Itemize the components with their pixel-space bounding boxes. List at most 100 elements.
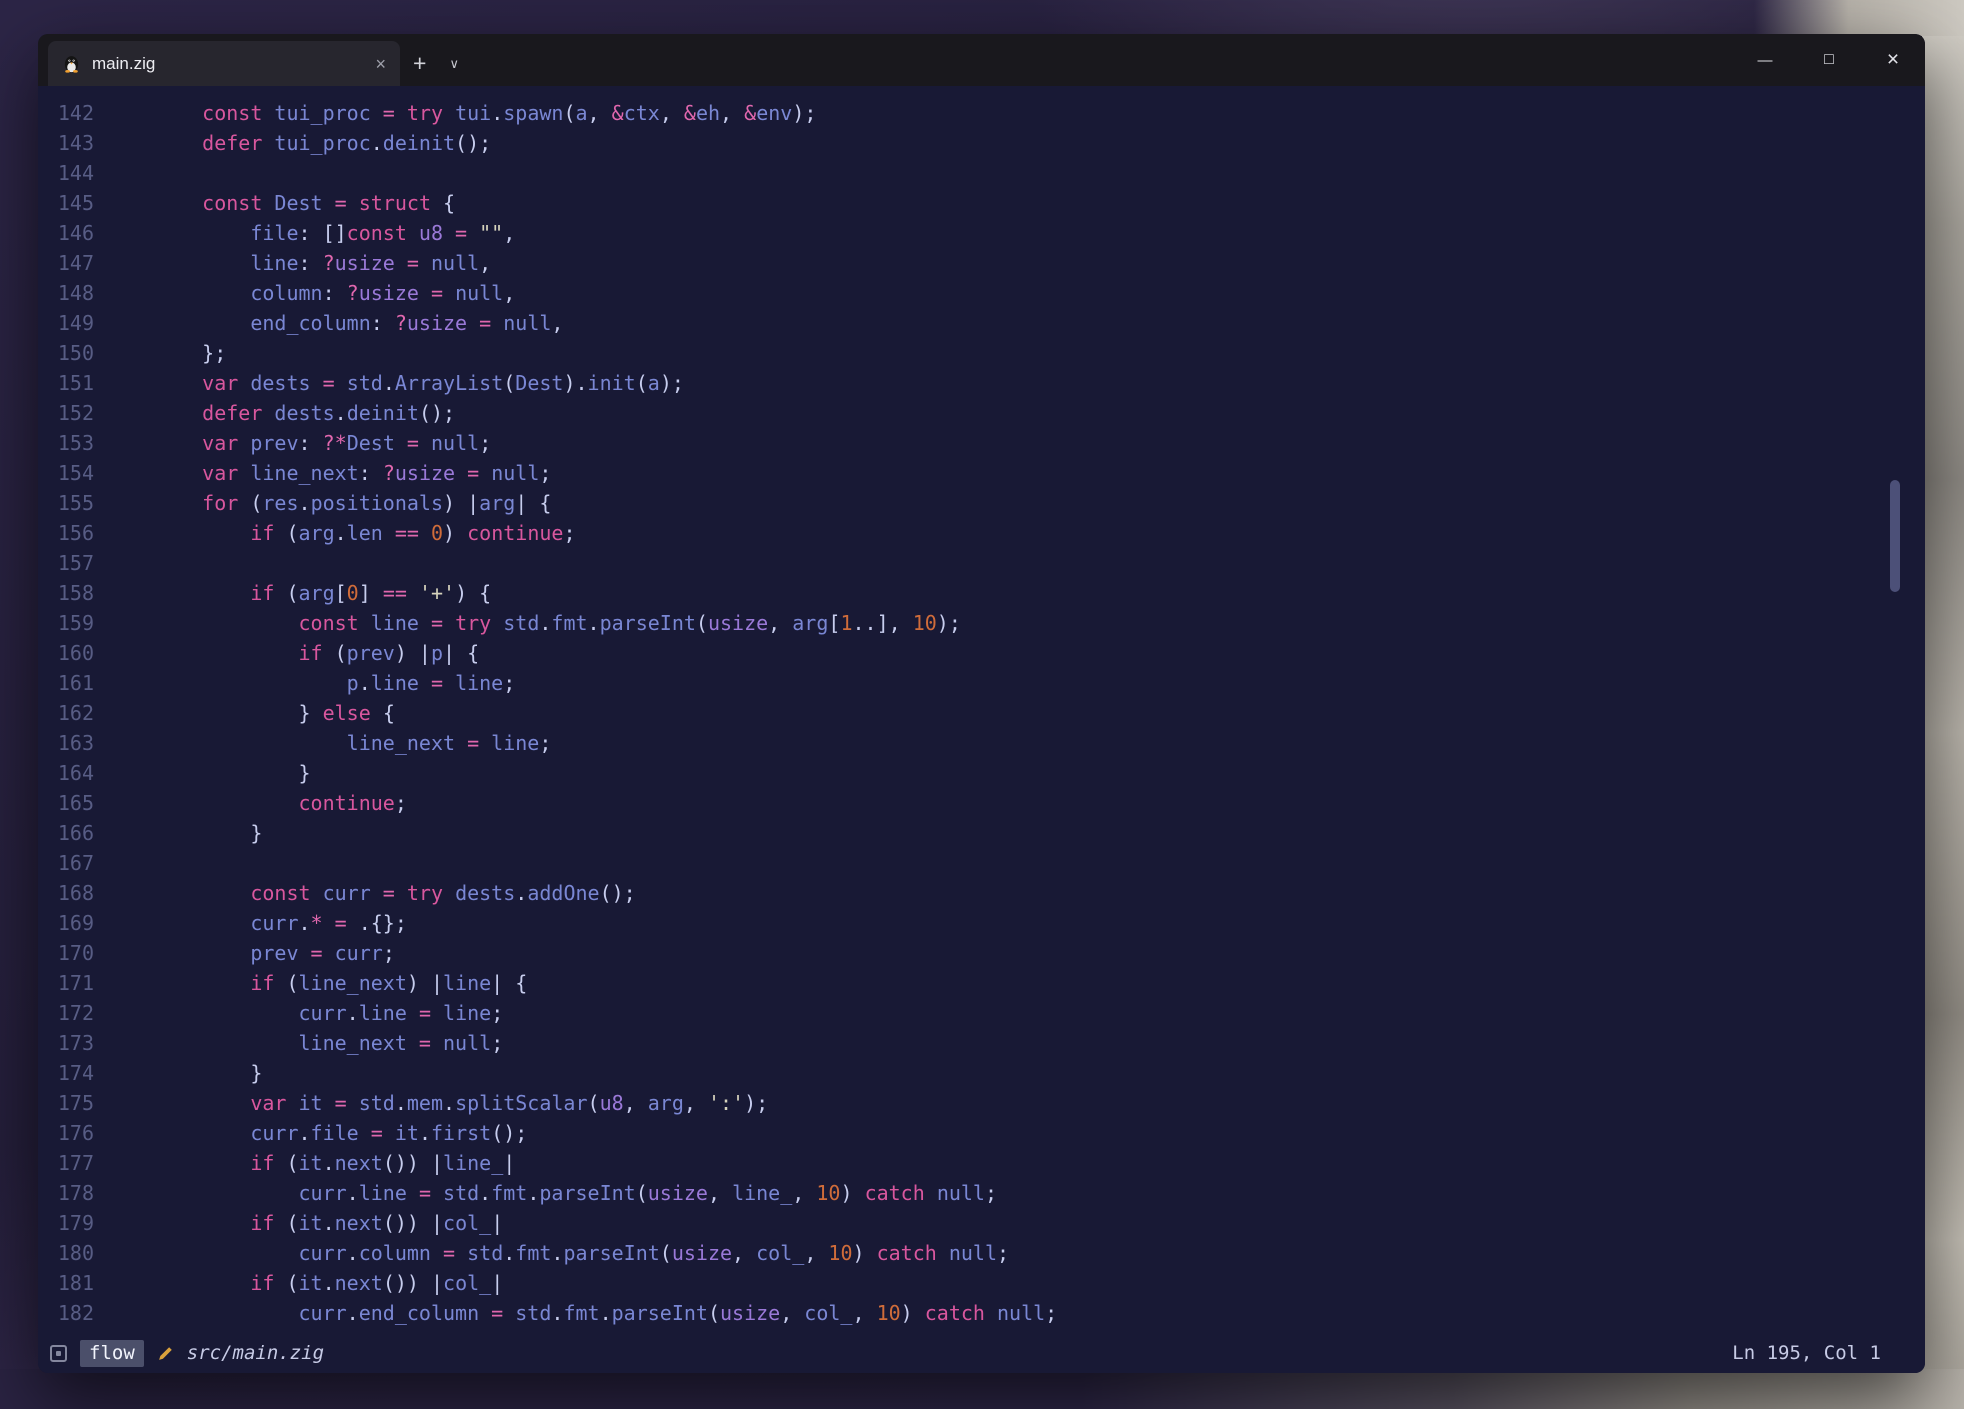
line-number: 159 [38,608,94,638]
code-text: defer dests.deinit(); [154,401,455,425]
line-number: 174 [38,1058,94,1088]
new-tab-button[interactable]: + [400,41,439,86]
code-text: const Dest = struct { [154,191,455,215]
line-number: 149 [38,308,94,338]
line-number: 158 [38,578,94,608]
status-bar: flow src/main.zig Ln 195, Col 1 [38,1333,1925,1373]
code-text: var line_next: ?usize = null; [154,461,551,485]
code-text: for (res.positionals) |arg| { [154,491,551,515]
maximize-button[interactable]: □ [1797,34,1861,86]
code-line: 161 p.line = line; [38,668,1925,698]
minimize-button[interactable]: — [1733,34,1797,86]
code-text: column: ?usize = null, [154,281,515,305]
flow-logo-icon [50,1345,67,1362]
line-number: 182 [38,1298,94,1328]
line-number: 162 [38,698,94,728]
code-line: 174 } [38,1058,1925,1088]
code-line: 169 curr.* = .{}; [38,908,1925,938]
line-number: 164 [38,758,94,788]
code-text: curr.end_column = std.fmt.parseInt(usize… [154,1301,1057,1325]
line-number: 147 [38,248,94,278]
code-line: 164 } [38,758,1925,788]
line-number: 150 [38,338,94,368]
code-line: 143 defer tui_proc.deinit(); [38,128,1925,158]
code-line: 142 const tui_proc = try tui.spawn(a, &c… [38,98,1925,128]
code-line: 156 if (arg.len == 0) continue; [38,518,1925,548]
code-text: if (arg[0] == '+') { [154,581,491,605]
terminal-window: main.zig × + ∨ — □ × 142 const tui_proc … [38,34,1925,1373]
code-line: 152 defer dests.deinit(); [38,398,1925,428]
code-line: 175 var it = std.mem.splitScalar(u8, arg… [38,1088,1925,1118]
code-text: curr.column = std.fmt.parseInt(usize, co… [154,1241,1009,1265]
line-number: 151 [38,368,94,398]
code-line: 148 column: ?usize = null, [38,278,1925,308]
wallpaper-bottom-band [0,1369,1964,1409]
code-text: curr.line = line; [154,1001,503,1025]
code-text: if (it.next()) |line_| [154,1151,515,1175]
code-line: 173 line_next = null; [38,1028,1925,1058]
code-line: 154 var line_next: ?usize = null; [38,458,1925,488]
wallpaper-top-right-patch [1754,0,1964,36]
code-line: 158 if (arg[0] == '+') { [38,578,1925,608]
line-number: 166 [38,818,94,848]
code-text: }; [154,341,226,365]
code-text: var it = std.mem.splitScalar(u8, arg, ':… [154,1091,768,1115]
code-text: var dests = std.ArrayList(Dest).init(a); [154,371,684,395]
close-button[interactable]: × [1861,34,1925,86]
file-path: src/main.zig [187,1342,324,1364]
line-number: 152 [38,398,94,428]
mode-badge: flow [80,1340,144,1367]
code-text: prev = curr; [154,941,395,965]
scrollbar-track[interactable] [1889,86,1901,1333]
code-line: 180 curr.column = std.fmt.parseInt(usize… [38,1238,1925,1268]
titlebar[interactable]: main.zig × + ∨ — □ × [38,34,1925,86]
code-line: 166 } [38,818,1925,848]
pencil-icon [157,1345,174,1362]
line-number: 170 [38,938,94,968]
code-line: 163 line_next = line; [38,728,1925,758]
code-text: if (line_next) |line| { [154,971,527,995]
line-number: 145 [38,188,94,218]
code-line: 150 }; [38,338,1925,368]
line-number: 178 [38,1178,94,1208]
line-number: 155 [38,488,94,518]
line-number: 153 [38,428,94,458]
line-number: 146 [38,218,94,248]
line-number: 172 [38,998,94,1028]
line-number: 171 [38,968,94,998]
tab-close-icon[interactable]: × [375,55,386,73]
line-number: 165 [38,788,94,818]
code-line: 181 if (it.next()) |col_| [38,1268,1925,1298]
code-editor[interactable]: 142 const tui_proc = try tui.spawn(a, &c… [38,86,1925,1333]
code-line: 178 curr.line = std.fmt.parseInt(usize, … [38,1178,1925,1208]
desktop-wallpaper: main.zig × + ∨ — □ × 142 const tui_proc … [0,0,1964,1409]
code-text: if (it.next()) |col_| [154,1271,503,1295]
code-text: if (prev) |p| { [154,641,479,665]
wallpaper-right-band [1922,0,1964,1409]
code-line: 171 if (line_next) |line| { [38,968,1925,998]
code-text: const curr = try dests.addOne(); [154,881,636,905]
line-number: 177 [38,1148,94,1178]
code-text: } [154,761,311,785]
tab-title: main.zig [92,54,155,74]
line-number: 181 [38,1268,94,1298]
line-number: 144 [38,158,94,188]
line-number: 180 [38,1238,94,1268]
code-line: 159 const line = try std.fmt.parseInt(us… [38,608,1925,638]
code-text: line_next = line; [154,731,551,755]
code-text: continue; [154,791,407,815]
scrollbar-thumb[interactable] [1890,480,1900,592]
line-number: 160 [38,638,94,668]
line-number: 176 [38,1118,94,1148]
code-line: 146 file: []const u8 = "", [38,218,1925,248]
line-number: 143 [38,128,94,158]
tab-dropdown-chevron-icon[interactable]: ∨ [439,41,469,86]
line-number: 169 [38,908,94,938]
code-line: 176 curr.file = it.first(); [38,1118,1925,1148]
cursor-position: Ln 195, Col 1 [1732,1342,1881,1364]
code-line: 179 if (it.next()) |col_| [38,1208,1925,1238]
line-number: 154 [38,458,94,488]
code-text: if (it.next()) |col_| [154,1211,503,1235]
tab-main-zig[interactable]: main.zig × [48,41,400,86]
code-text: } else { [154,701,395,725]
